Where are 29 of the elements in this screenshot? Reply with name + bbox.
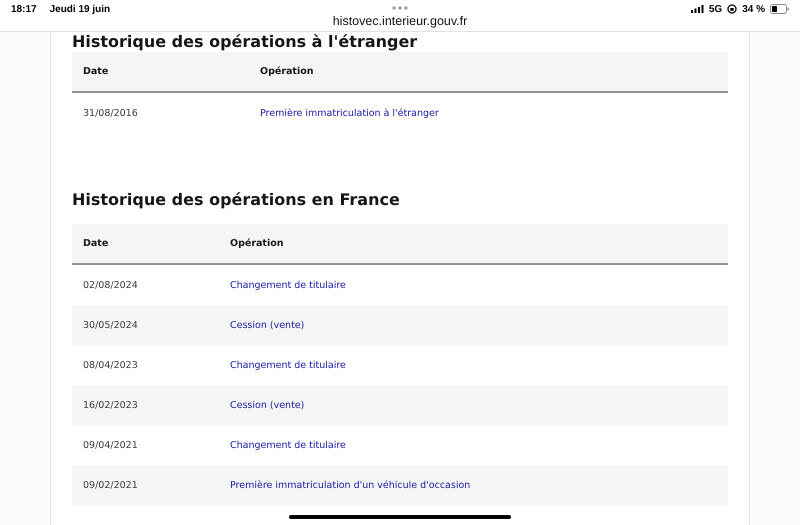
- date-cell-text: 31/08/2016: [82, 108, 139, 118]
- network-label: 5G: [708, 4, 722, 14]
- address-bar[interactable]: histovec.interieur.gouv.fr: [332, 14, 468, 28]
- operation-link[interactable]: Changement de titulaire: [230, 280, 346, 290]
- operation-link[interactable]: Première immatriculation d'un véhicule d'occasion: [230, 480, 470, 490]
- battery-icon: [770, 4, 789, 14]
- more-icon[interactable]: [392, 6, 408, 10]
- date-cell-text: 02/08/2024: [82, 280, 139, 290]
- operation-link[interactable]: Changement de titulaire: [230, 360, 346, 370]
- section-title: Historique des opérations à l'étranger: [72, 32, 418, 52]
- status-time: 18:17: [11, 4, 37, 14]
- operation-link[interactable]: Cession (vente): [230, 400, 304, 410]
- date-cell-text: 08/04/2023: [82, 360, 139, 370]
- date-cell-text: 09/04/2021: [82, 440, 139, 450]
- column-header: Opération: [259, 66, 315, 77]
- date-cell-text: 30/05/2024: [82, 320, 139, 330]
- date-cell-text: 16/02/2023: [82, 400, 139, 410]
- column-header: Opération: [229, 238, 285, 249]
- date-cell-text: 09/02/2021: [82, 480, 139, 490]
- operation-link[interactable]: Cession (vente): [230, 320, 304, 330]
- battery-percent: 34 %: [742, 4, 765, 14]
- column-header: Date: [82, 238, 110, 249]
- signal-icon: [690, 5, 704, 13]
- section-title: Historique des opérations en France: [72, 189, 401, 211]
- operation-link[interactable]: Changement de titulaire: [230, 440, 346, 450]
- operation-link[interactable]: Première immatriculation à l'étranger: [260, 108, 439, 118]
- rotation-lock-icon: [727, 4, 738, 14]
- column-header: Date: [82, 66, 110, 77]
- status-date: Jeudi 19 juin: [50, 4, 110, 14]
